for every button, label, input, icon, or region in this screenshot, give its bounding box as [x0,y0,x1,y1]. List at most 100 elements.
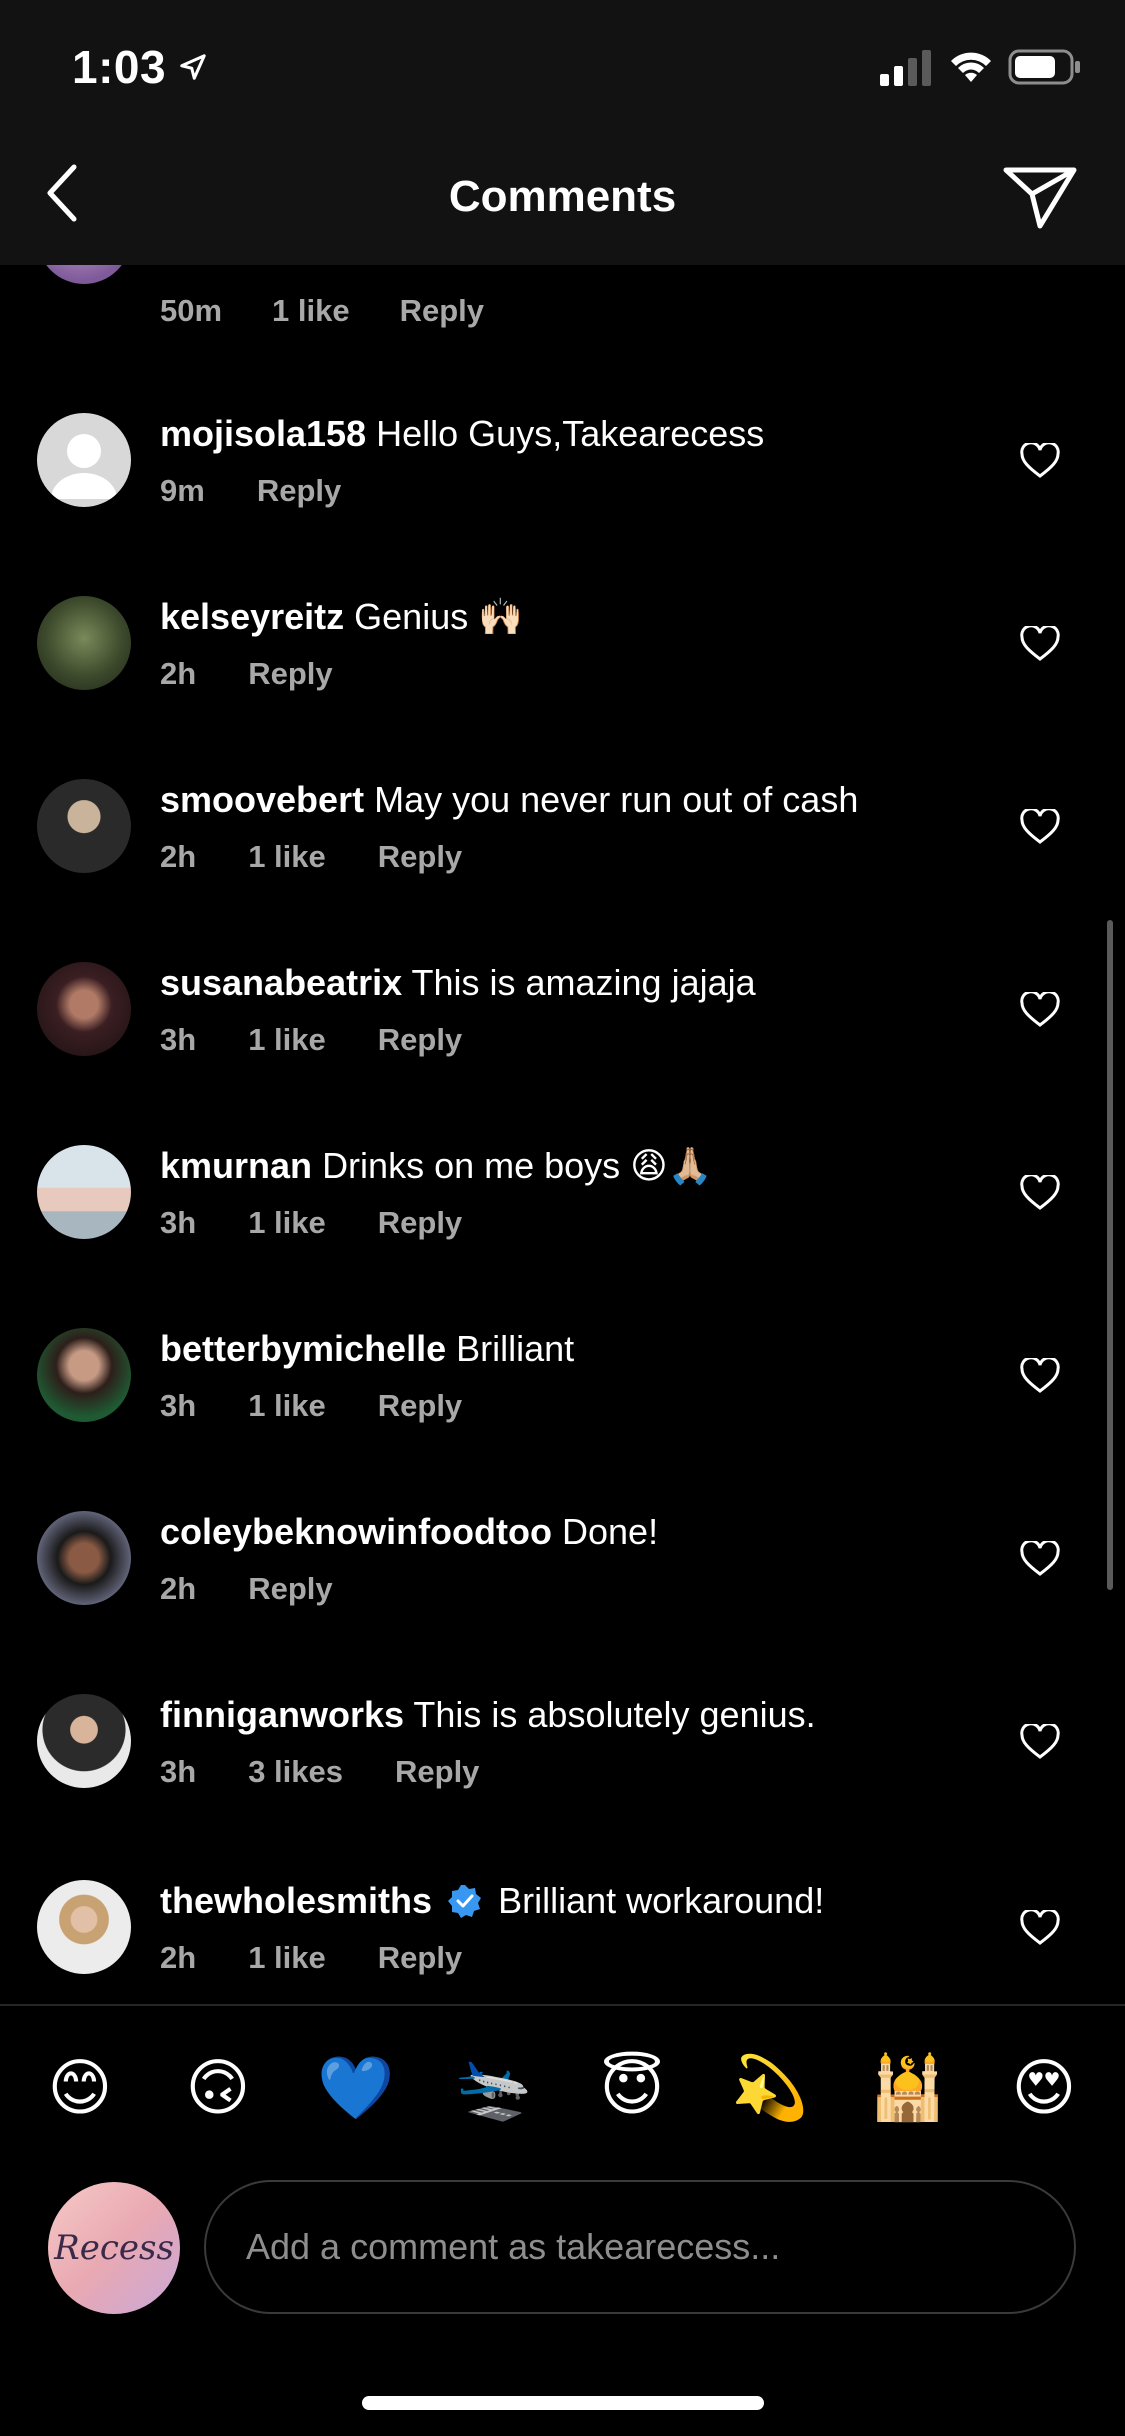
comments-list[interactable]: 50m 1 like Reply mojisola158 Hello Guys,… [0,265,1125,2005]
battery-icon [1008,49,1080,85]
current-user-avatar[interactable]: Recess [48,2182,180,2314]
comment-meta: 50m 1 like Reply [160,293,484,329]
heart-icon[interactable] [1020,1175,1060,1211]
default-avatar-icon [51,434,117,499]
heart-icon[interactable] [1020,443,1060,479]
comment-row: mojisola158 Hello Guys,Takearecess 9m Re… [0,413,1125,573]
avatar[interactable] [37,413,131,507]
comment-meta: 3h 1 like Reply [160,1205,514,1241]
comment-time: 3h [160,1022,197,1057]
heart-icon[interactable] [1020,809,1060,845]
emoji-reaction-bar: 😊 🙃 💙 🛬 😇 💫 🕌 😍 [0,2004,1125,2164]
comment-username[interactable]: kelseyreitz [160,596,344,637]
status-time: 1:03 [72,41,167,93]
reply-button[interactable]: Reply [378,1205,462,1241]
home-indicator[interactable] [362,2396,764,2410]
comment-time: 3h [160,1754,197,1789]
comment-username[interactable]: kmurnan [160,1145,312,1186]
reply-button[interactable]: Reply [248,1571,332,1607]
heart-icon[interactable] [1020,992,1060,1028]
cellular-signal-icon [880,50,931,86]
comment-username[interactable]: mojisola158 [160,413,366,454]
emoji-button[interactable]: 🙃 [178,2054,258,2124]
comment-time: 3h [160,1205,197,1240]
emoji-button[interactable]: 🛬 [454,2054,534,2124]
comment-row: coleybeknowinfoodtoo Done! 2h Reply [0,1511,1125,1671]
avatar[interactable] [37,1694,131,1788]
avatar[interactable] [37,1328,131,1422]
reply-button[interactable]: Reply [257,473,341,509]
emoji-button[interactable]: 💙 [316,2054,396,2124]
reply-button[interactable]: Reply [400,293,484,329]
comment-text-line: betterbymichelle Brilliant [160,1328,574,1370]
comment-username[interactable]: finniganworks [160,1694,404,1735]
emoji-button[interactable]: 💫 [730,2054,810,2124]
comment-text-line: kmurnan Drinks on me boys 😩🙏🏼 [160,1145,713,1187]
comment-row: betterbymichelle Brilliant 3h 1 like Rep… [0,1328,1125,1488]
wifi-icon [951,52,991,82]
comment-meta: 3h 1 like Reply [160,1022,514,1058]
comment-input-container[interactable] [204,2180,1076,2314]
verified-badge-icon [448,1885,482,1918]
reply-button[interactable]: Reply [378,1022,462,1058]
comment-text: Brilliant workaround! [498,1880,825,1921]
comment-time: 2h [160,839,197,874]
comment-text-line: smoovebert May you never run out of cash [160,779,858,821]
comment-row: kmurnan Drinks on me boys 😩🙏🏼 3h 1 like … [0,1145,1125,1305]
comment-text-line: finniganworks This is absolutely genius. [160,1694,816,1736]
comment-meta: 9m Reply [160,473,393,509]
comment-text: Done! [562,1511,659,1552]
emoji-button[interactable]: 😍 [1004,2054,1084,2124]
comment-likes[interactable]: 3 likes [248,1754,343,1790]
comment-username[interactable]: coleybeknowinfoodtoo [160,1511,552,1552]
reply-button[interactable]: Reply [378,1940,462,1976]
emoji-button[interactable]: 😇 [592,2054,672,2124]
reply-button[interactable]: Reply [395,1754,479,1790]
comment-likes[interactable]: 1 like [248,1022,326,1058]
heart-icon[interactable] [1020,626,1060,662]
comment-likes[interactable]: 1 like [272,293,350,329]
comment-text: Hello Guys,Takearecess [376,413,765,454]
comment-text: Drinks on me boys 😩🙏🏼 [322,1145,713,1186]
comment-row: kelseyreitz Genius 🙌🏻 2h Reply [0,596,1125,756]
comment-text: This is amazing jajaja [411,962,756,1003]
comment-time: 2h [160,656,197,691]
page-title: Comments [448,172,677,221]
emoji-button[interactable]: 🕌 [868,2054,948,2124]
heart-icon[interactable] [1020,1358,1060,1394]
comment-likes[interactable]: 1 like [248,1940,326,1976]
comment-meta: 3h 1 like Reply [160,1388,514,1424]
location-arrow-icon [180,54,206,80]
heart-icon[interactable] [1020,1910,1060,1946]
comment-meta: 2h 1 like Reply [160,1940,514,1976]
comment-likes[interactable]: 1 like [248,1388,326,1424]
comment-input[interactable] [246,2226,1074,2268]
avatar[interactable] [37,1145,131,1239]
comment-username[interactable]: thewholesmiths [160,1880,432,1921]
share-button[interactable] [1000,162,1080,232]
comment-meta: 2h Reply [160,656,385,692]
comment-meta: 2h Reply [160,1571,385,1607]
comment-username[interactable]: susanabeatrix [160,962,402,1003]
comment-time: 2h [160,1940,197,1975]
heart-icon[interactable] [1020,1724,1060,1760]
comment-text: May you never run out of cash [374,779,859,820]
avatar[interactable] [37,1511,131,1605]
reply-button[interactable]: Reply [378,1388,462,1424]
reply-button[interactable]: Reply [378,839,462,875]
reply-button[interactable]: Reply [248,656,332,692]
avatar[interactable] [37,265,131,284]
emoji-button[interactable]: 😊 [40,2054,120,2124]
comment-text: This is absolutely genius. [413,1694,816,1735]
comment-likes[interactable]: 1 like [248,1205,326,1241]
heart-icon[interactable] [1020,1541,1060,1577]
comment-likes[interactable]: 1 like [248,839,326,875]
avatar[interactable] [37,596,131,690]
avatar[interactable] [37,779,131,873]
scrollbar[interactable] [1107,920,1113,1590]
comment-text-line: susanabeatrix This is amazing jajaja [160,962,756,1004]
avatar[interactable] [37,962,131,1056]
comment-username[interactable]: betterbymichelle [160,1328,446,1369]
comment-username[interactable]: smoovebert [160,779,364,820]
avatar[interactable] [37,1880,131,1974]
